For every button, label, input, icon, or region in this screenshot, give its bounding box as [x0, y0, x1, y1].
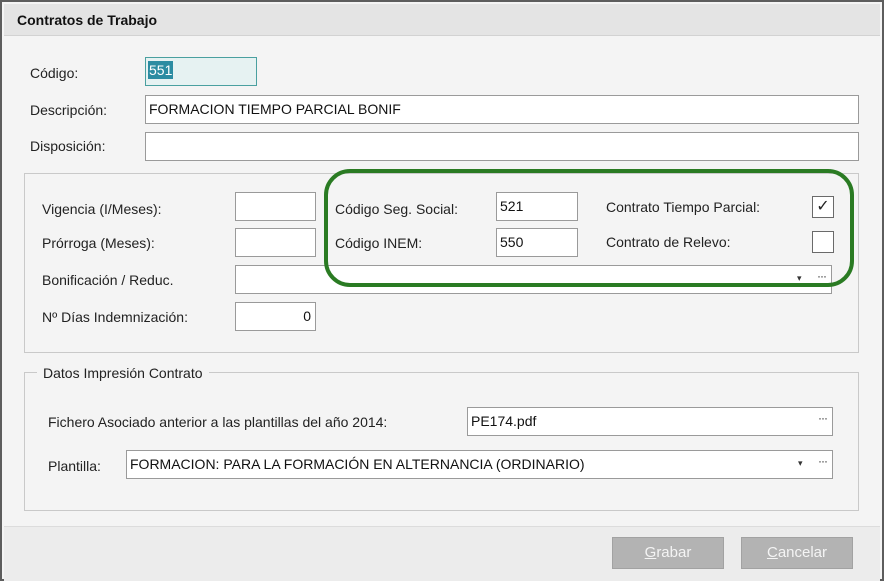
descripcion-label: Descripción: [30, 102, 108, 118]
ellipsis-icon[interactable]: ··· [818, 411, 828, 425]
fichero-value: PE174.pdf [471, 413, 537, 429]
plantilla-value: FORMACION: PARA LA FORMACIÓN EN ALTERNAN… [130, 456, 585, 472]
codigo-value: 551 [148, 61, 174, 79]
bonificacion-label: Bonificación / Reduc. [42, 272, 174, 288]
contract-dialog: Contratos de Trabajo Código: 551 Descrip… [0, 0, 884, 581]
window-title: Contratos de Trabajo [17, 12, 158, 28]
disposicion-label: Disposición: [30, 138, 106, 154]
cancelar-button[interactable]: Cancelar [741, 537, 853, 569]
chevron-down-icon[interactable]: ▾ [798, 458, 808, 469]
title-bar: Contratos de Trabajo [4, 4, 880, 36]
ellipsis-icon[interactable]: ··· [818, 454, 828, 468]
fichero-label: Fichero Asociado anterior a las plantill… [48, 414, 388, 430]
prorroga-label: Prórroga (Meses): [42, 235, 155, 251]
dias-indemnizacion-label: Nº Días Indemnización: [42, 309, 188, 325]
highlight-annotation [324, 169, 854, 287]
plantilla-label: Plantilla: [48, 458, 101, 474]
codigo-label: Código: [30, 65, 79, 81]
codigo-input[interactable]: 551 [145, 57, 257, 86]
disposicion-input[interactable] [145, 132, 859, 161]
impresion-legend: Datos Impresión Contrato [37, 365, 209, 381]
cancelar-label: ancelar [777, 544, 828, 561]
plantilla-select[interactable]: FORMACION: PARA LA FORMACIÓN EN ALTERNAN… [126, 450, 833, 479]
grabar-label: rabar [656, 544, 692, 561]
impresion-frame [24, 372, 859, 511]
fichero-input[interactable]: PE174.pdf ··· [467, 407, 833, 436]
descripcion-input[interactable]: FORMACION TIEMPO PARCIAL BONIF [145, 95, 859, 124]
dias-indemnizacion-input[interactable]: 0 [235, 302, 316, 331]
cancelar-mnemonic: C [766, 544, 778, 561]
grabar-mnemonic: G [644, 544, 657, 561]
prorroga-input[interactable] [235, 228, 316, 257]
vigencia-label: Vigencia (I/Meses): [42, 201, 162, 217]
grabar-button[interactable]: Grabar [612, 537, 724, 569]
vigencia-input[interactable] [235, 192, 316, 221]
